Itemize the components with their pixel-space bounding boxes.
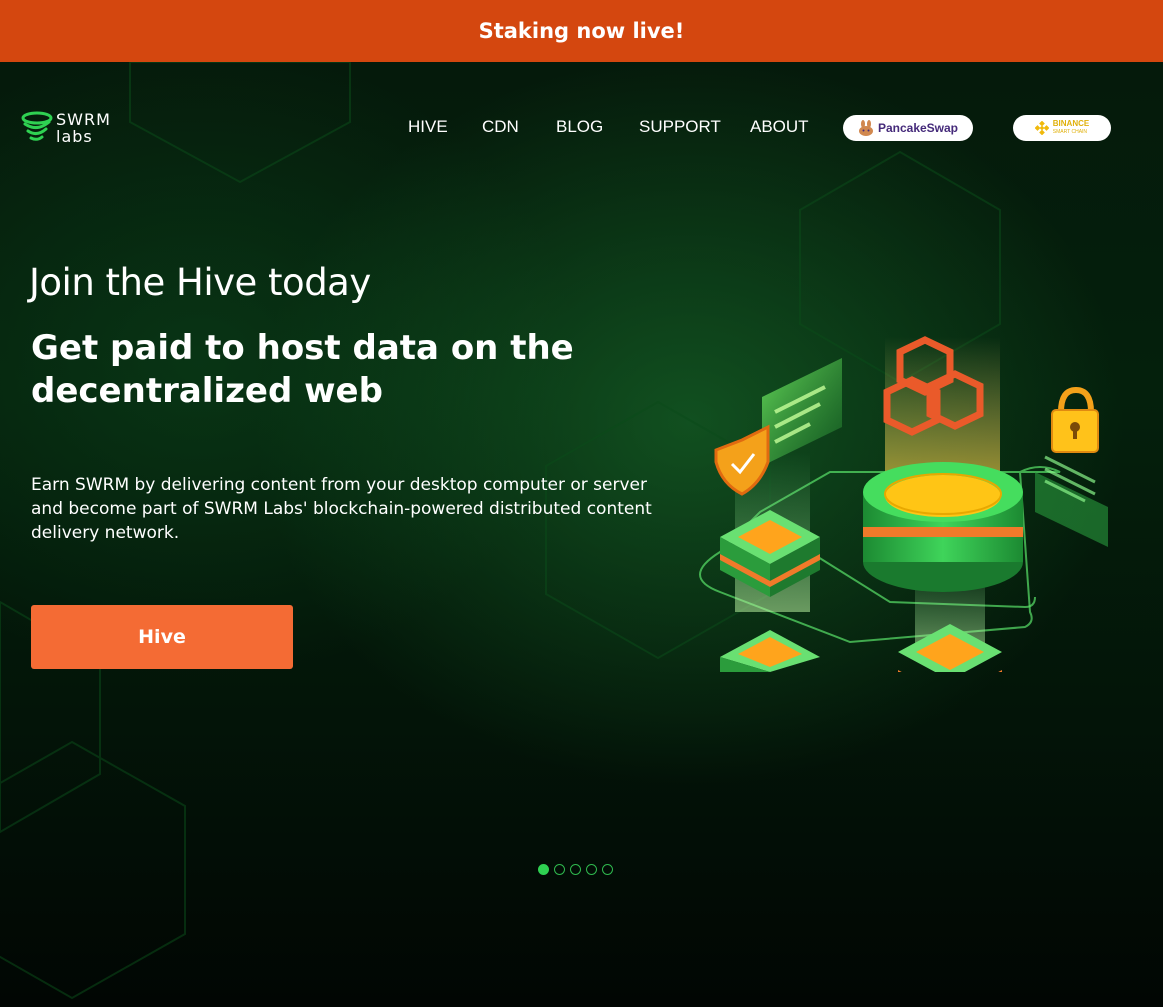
node-left-bottom [720, 630, 820, 672]
network-illustration [699, 336, 1108, 672]
nav-item-support[interactable]: SUPPORT [639, 116, 721, 138]
carousel-dot-1[interactable] [538, 864, 549, 875]
hero-kicker: Join the Hive today [29, 261, 371, 304]
binance-label-line1: BINANCE [1052, 119, 1090, 128]
carousel-dot-3[interactable] [570, 864, 581, 875]
binance-label: BINANCE SMART CHAIN [1053, 120, 1089, 136]
pancakeswap-button[interactable]: PancakeSwap [843, 115, 973, 141]
hero-headline: Get paid to host data on the decentraliz… [31, 328, 574, 411]
pancake-bunny-icon [858, 120, 873, 136]
carousel-dot-4[interactable] [586, 864, 597, 875]
main-nav: HIVE CDN BLOG SUPPORT ABOUT [0, 116, 1163, 140]
banner-text: Staking now live! [478, 19, 685, 43]
nav-item-cdn[interactable]: CDN [482, 116, 519, 138]
binance-smart-chain-button[interactable]: BINANCE SMART CHAIN [1013, 115, 1111, 141]
nav-item-hive[interactable]: HIVE [408, 116, 448, 138]
carousel-dots [538, 864, 613, 875]
lock-icon [1051, 386, 1099, 453]
pancakeswap-label: PancakeSwap [877, 121, 959, 135]
hive-cta-button[interactable]: Hive [31, 605, 293, 669]
hero-section: SWRM labs HIVE CDN BLOG SUPPORT ABOUT Pa… [0, 62, 1163, 1007]
nav-item-blog[interactable]: BLOG [556, 116, 603, 138]
announcement-banner[interactable]: Staking now live! [0, 0, 1163, 62]
binance-label-line2: SMART CHAIN [1052, 129, 1088, 135]
carousel-dot-2[interactable] [554, 864, 565, 875]
binance-icon [1034, 121, 1049, 135]
nav-item-about[interactable]: ABOUT [750, 116, 809, 138]
carousel-dot-5[interactable] [602, 864, 613, 875]
hero-description: Earn SWRM by delivering content from you… [31, 475, 652, 543]
